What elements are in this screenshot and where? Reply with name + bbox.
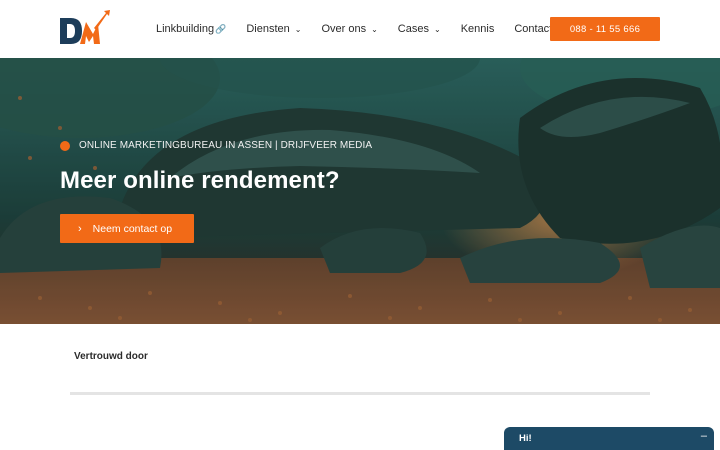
chat-widget[interactable]: Hi! – <box>504 427 714 450</box>
minimize-icon[interactable]: – <box>701 430 707 442</box>
nav-label: Diensten <box>246 23 290 35</box>
nav-linkbuilding[interactable]: Linkbuilding 🔗 <box>156 23 226 35</box>
nav-over-ons[interactable]: Over ons ⌄ <box>321 23 377 35</box>
link-icon: 🔗 <box>215 23 227 34</box>
chat-title: Hi! <box>519 433 532 444</box>
logo[interactable] <box>60 10 112 50</box>
nav-contact[interactable]: Contact <box>514 23 552 35</box>
chevron-down-icon: ⌄ <box>371 24 378 34</box>
contact-cta-button[interactable]: › Neem contact op <box>60 214 194 243</box>
nav-label: Linkbuilding <box>156 23 215 35</box>
drijfveer-media-logo <box>60 10 110 44</box>
cta-label: Neem contact op <box>92 222 173 235</box>
phone-button[interactable]: 088 - 11 55 666 <box>550 17 660 41</box>
chevron-down-icon: ⌄ <box>294 24 302 34</box>
nav-cases[interactable]: Cases ⌄ <box>398 23 441 35</box>
trusted-by-heading: Vertrouwd door <box>74 351 148 362</box>
hero-label: ONLINE MARKETINGBUREAU IN ASSEN | DRIJFV… <box>60 140 372 151</box>
divider <box>70 392 650 395</box>
hero-label-text: ONLINE MARKETINGBUREAU IN ASSEN | DRIJFV… <box>79 140 373 151</box>
page: Linkbuilding 🔗 Diensten ⌄ Over ons ⌄ Cas… <box>0 0 720 450</box>
hero-title: Meer online rendement? <box>60 167 340 194</box>
nav-kennis[interactable]: Kennis <box>461 23 495 35</box>
orange-dot-icon <box>60 140 70 151</box>
nav-diensten[interactable]: Diensten ⌄ <box>246 23 301 35</box>
main-nav: Linkbuilding 🔗 Diensten ⌄ Over ons ⌄ Cas… <box>156 0 572 58</box>
site-header: Linkbuilding 🔗 Diensten ⌄ Over ons ⌄ Cas… <box>0 0 720 58</box>
nav-label: Kennis <box>460 23 495 35</box>
nav-label: Cases <box>397 23 429 35</box>
nav-label: Contact <box>514 23 553 35</box>
hero-section: ONLINE MARKETINGBUREAU IN ASSEN | DRIJFV… <box>0 58 720 324</box>
chevron-down-icon: ⌄ <box>433 24 441 34</box>
chevron-right-icon: › <box>78 222 82 235</box>
nav-label: Over ons <box>321 23 367 35</box>
